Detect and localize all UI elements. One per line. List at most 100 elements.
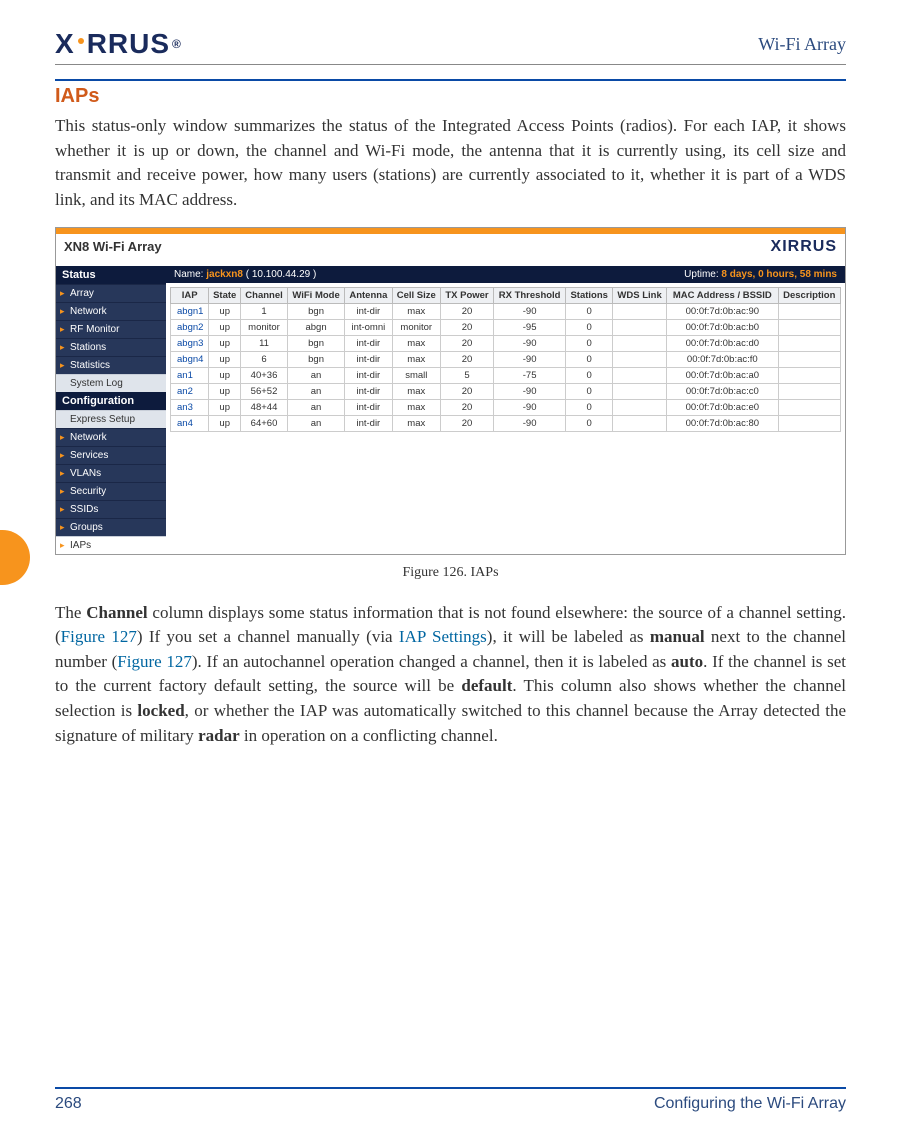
sidebar-item[interactable]: Network xyxy=(56,302,166,320)
table-cell: 0 xyxy=(566,383,613,399)
sidebar-item[interactable]: Security xyxy=(56,482,166,500)
table-header: TX Power xyxy=(441,287,494,303)
table-cell: 40+36 xyxy=(241,367,288,383)
table-cell: 00:0f:7d:0b:ac:b0 xyxy=(667,319,778,335)
table-header: State xyxy=(209,287,241,303)
ui-uptime-label: Uptime: 8 days, 0 hours, 58 mins xyxy=(684,269,837,280)
name-ip: ( 10.100.44.29 ) xyxy=(243,269,316,280)
footer-section: Configuring the Wi-Fi Array xyxy=(654,1095,846,1113)
ui-window-title: XN8 Wi-Fi Array xyxy=(64,239,162,254)
sidebar-item[interactable]: SSIDs xyxy=(56,500,166,518)
table-cell: up xyxy=(209,399,241,415)
table-cell: 00:0f:7d:0b:ac:f0 xyxy=(667,351,778,367)
table-cell: monitor xyxy=(241,319,288,335)
table-header: Description xyxy=(778,287,840,303)
table-cell: 1 xyxy=(241,303,288,319)
p2-t3: ) If you set a channel manually (via xyxy=(137,627,399,646)
table-header: RX Threshold xyxy=(493,287,565,303)
page-footer: 268 Configuring the Wi-Fi Array xyxy=(55,1087,846,1113)
table-cell: int-dir xyxy=(345,415,392,431)
table-cell: small xyxy=(392,367,440,383)
table-cell: int-dir xyxy=(345,367,392,383)
table-cell: 00:0f:7d:0b:ac:90 xyxy=(667,303,778,319)
table-cell: max xyxy=(392,415,440,431)
sidebar-item[interactable]: Services xyxy=(56,446,166,464)
figure-caption: Figure 126. IAPs xyxy=(55,565,846,581)
name-label-text: Name: xyxy=(174,269,206,280)
table-cell: max xyxy=(392,351,440,367)
link-iap-settings[interactable]: IAP Settings xyxy=(399,627,487,646)
table-cell: an xyxy=(287,399,344,415)
name-value: jackxn8 xyxy=(206,269,243,280)
table-cell: 0 xyxy=(566,415,613,431)
table-cell: up xyxy=(209,335,241,351)
p2-t6: ). If an autochannel operation changed a… xyxy=(192,652,671,671)
table-cell: 00:0f:7d:0b:ac:a0 xyxy=(667,367,778,383)
p2-b2: manual xyxy=(650,627,705,646)
table-cell xyxy=(613,399,667,415)
sidebar-item[interactable]: Statistics xyxy=(56,356,166,374)
table-cell: -90 xyxy=(493,399,565,415)
p2-t10: in operation on a conflicting channel. xyxy=(240,726,498,745)
ui-name-label: Name: jackxn8 ( 10.100.44.29 ) xyxy=(174,269,316,280)
sidebar-item[interactable]: Array xyxy=(56,284,166,302)
section-heading: IAPs xyxy=(55,79,846,108)
table-cell xyxy=(778,383,840,399)
table-row: an1up40+36anint-dirsmall5-75000:0f:7d:0b… xyxy=(171,367,841,383)
table-cell xyxy=(778,335,840,351)
sidebar-sub-express[interactable]: Express Setup xyxy=(56,410,166,428)
table-cell: max xyxy=(392,383,440,399)
table-cell xyxy=(613,335,667,351)
table-cell xyxy=(613,351,667,367)
table-cell: up xyxy=(209,367,241,383)
table-cell xyxy=(778,319,840,335)
p2-b3: auto xyxy=(671,652,703,671)
ui-brand-logo: XIRRUS xyxy=(771,238,837,256)
link-fig127-b[interactable]: Figure 127 xyxy=(117,652,192,671)
table-cell: -95 xyxy=(493,319,565,335)
table-cell: 56+52 xyxy=(241,383,288,399)
table-cell: abgn1 xyxy=(171,303,209,319)
table-cell: 20 xyxy=(441,319,494,335)
table-cell: 00:0f:7d:0b:ac:e0 xyxy=(667,399,778,415)
table-cell: abgn2 xyxy=(171,319,209,335)
table-cell: an xyxy=(287,367,344,383)
table-cell xyxy=(613,319,667,335)
table-row: abgn4up6bgnint-dirmax20-90000:0f:7d:0b:a… xyxy=(171,351,841,367)
table-cell: up xyxy=(209,415,241,431)
table-cell: 20 xyxy=(441,303,494,319)
sidebar-item[interactable]: RF Monitor xyxy=(56,320,166,338)
table-header: MAC Address / BSSID xyxy=(667,287,778,303)
page-number: 268 xyxy=(55,1095,82,1113)
sidebar-item[interactable]: Network xyxy=(56,428,166,446)
page-tab-marker xyxy=(0,530,30,585)
table-cell: -75 xyxy=(493,367,565,383)
sidebar-item[interactable]: VLANs xyxy=(56,464,166,482)
table-cell: int-omni xyxy=(345,319,392,335)
table-row: an4up64+60anint-dirmax20-90000:0f:7d:0b:… xyxy=(171,415,841,431)
table-cell xyxy=(613,415,667,431)
sidebar-item[interactable]: Groups xyxy=(56,518,166,536)
figure-iaps: XN8 Wi-Fi Array XIRRUS Status ArrayNetwo… xyxy=(55,227,846,581)
table-cell: max xyxy=(392,399,440,415)
sidebar-item[interactable]: Stations xyxy=(56,338,166,356)
table-cell: abgn4 xyxy=(171,351,209,367)
sidebar-sub-systemlog[interactable]: System Log xyxy=(56,374,166,392)
table-cell xyxy=(778,303,840,319)
link-fig127-a[interactable]: Figure 127 xyxy=(61,627,137,646)
table-cell: 0 xyxy=(566,399,613,415)
table-cell: 5 xyxy=(441,367,494,383)
sidebar-item-iaps[interactable]: IAPs xyxy=(56,536,166,554)
table-cell: bgn xyxy=(287,335,344,351)
table-cell: 20 xyxy=(441,335,494,351)
table-cell: up xyxy=(209,351,241,367)
table-cell: 0 xyxy=(566,367,613,383)
table-cell: an2 xyxy=(171,383,209,399)
table-header: Cell Size xyxy=(392,287,440,303)
table-row: abgn1up1bgnint-dirmax20-90000:0f:7d:0b:a… xyxy=(171,303,841,319)
table-cell: bgn xyxy=(287,351,344,367)
uptime-value: 8 days, 0 hours, 58 mins xyxy=(721,269,837,280)
table-cell: 0 xyxy=(566,351,613,367)
table-row: an2up56+52anint-dirmax20-90000:0f:7d:0b:… xyxy=(171,383,841,399)
intro-paragraph: This status-only window summarizes the s… xyxy=(55,114,846,213)
